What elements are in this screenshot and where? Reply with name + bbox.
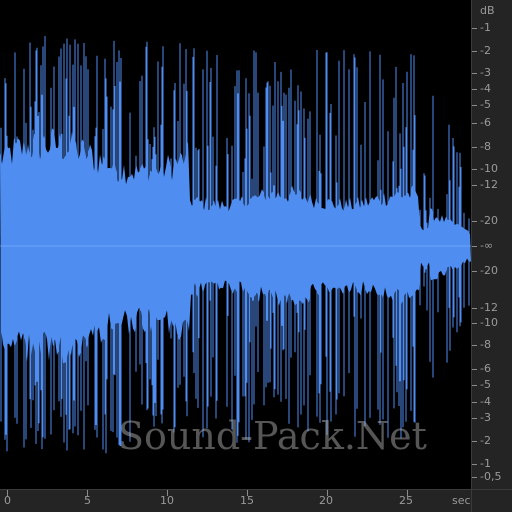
db-label: -1 xyxy=(480,21,491,34)
db-label: -20 xyxy=(480,264,498,277)
db-label: -3 xyxy=(480,66,491,79)
waveform-graph[interactable] xyxy=(0,0,471,489)
db-label: -2 xyxy=(480,44,491,57)
ruler-corner xyxy=(471,489,512,512)
db-label: -10 xyxy=(480,162,498,175)
db-label: -5 xyxy=(480,378,491,391)
audio-editor: dB -1 -2 -3 -4 -5 -6 -8 -10 -12 -20 -∞ -… xyxy=(0,0,512,512)
time-label: 20 xyxy=(319,494,333,507)
db-label: -8 xyxy=(480,338,491,351)
time-label: 10 xyxy=(160,494,174,507)
db-label: -3 xyxy=(480,411,491,424)
time-label: 5 xyxy=(84,494,91,507)
time-label: 15 xyxy=(240,494,254,507)
waveform-view[interactable] xyxy=(0,0,471,489)
db-label: -4 xyxy=(480,82,491,95)
db-label: -10 xyxy=(480,316,498,329)
time-ruler[interactable]: 0 5 10 15 20 25 xyxy=(0,489,471,512)
time-unit-label: sec xyxy=(452,494,471,507)
db-label: -12 xyxy=(480,178,498,191)
db-label: -6 xyxy=(480,362,491,375)
db-label: -0,5 xyxy=(480,470,502,483)
db-label: -12 xyxy=(480,301,498,314)
db-label: -2 xyxy=(480,434,491,447)
time-label: 25 xyxy=(399,494,413,507)
db-unit-label: dB xyxy=(480,4,495,17)
db-label: -20 xyxy=(480,214,498,227)
db-label: -∞ xyxy=(480,239,494,252)
db-label: -6 xyxy=(480,116,491,129)
db-ruler: dB -1 -2 -3 -4 -5 -6 -8 -10 -12 -20 -∞ -… xyxy=(471,0,512,489)
db-label: -8 xyxy=(480,140,491,153)
time-label: 0 xyxy=(4,494,11,507)
db-label: -5 xyxy=(480,98,491,111)
db-label: -4 xyxy=(480,395,491,408)
db-label: -1 xyxy=(480,457,491,470)
